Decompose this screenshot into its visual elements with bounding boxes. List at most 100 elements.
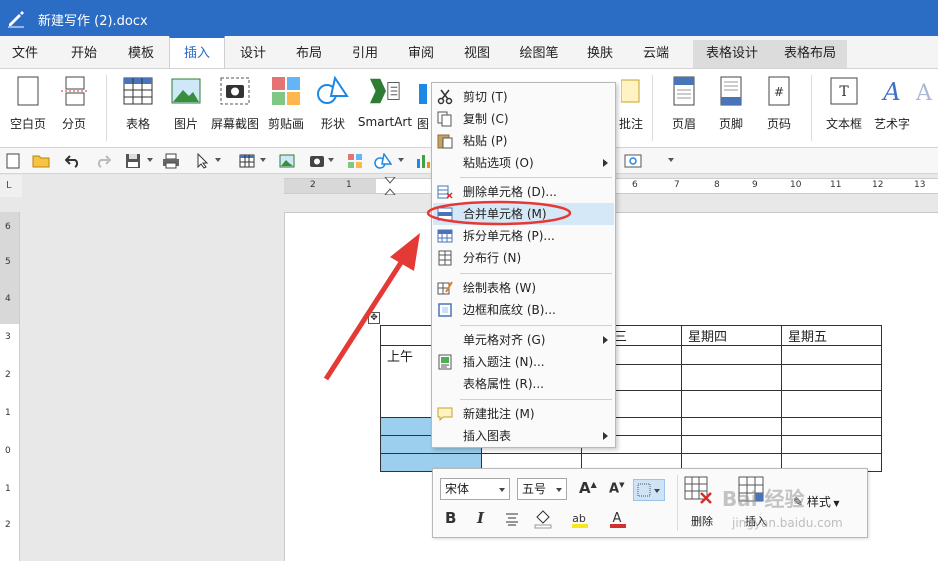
- tab-design[interactable]: 设计: [226, 36, 280, 68]
- indent-marker-icon[interactable]: [384, 177, 396, 195]
- table-cell[interactable]: 星期五: [781, 325, 882, 346]
- customize-toolbar-icon[interactable]: [668, 158, 674, 162]
- pointer-icon[interactable]: [194, 152, 212, 170]
- shading-button[interactable]: [533, 509, 553, 532]
- borders-icon: [438, 303, 452, 317]
- font-color-icon: A: [610, 511, 626, 528]
- print-icon[interactable]: [162, 152, 180, 170]
- align-center-button[interactable]: [505, 512, 519, 529]
- tab-file[interactable]: 文件: [0, 36, 50, 68]
- menu-item-paste-options[interactable]: 粘贴选项 (O): [433, 152, 614, 174]
- tab-table-design[interactable]: 表格设计: [694, 36, 770, 68]
- tab-home[interactable]: 开始: [58, 36, 110, 68]
- menu-item-new-comment[interactable]: 新建批注 (M): [433, 403, 614, 425]
- pen-icon[interactable]: [6, 8, 26, 28]
- menu-divider: [460, 273, 612, 274]
- smartart-button[interactable]: SmartArt: [356, 75, 414, 141]
- chevron-down-icon[interactable]: [260, 158, 266, 162]
- shapes-icon: [317, 76, 349, 104]
- save-icon[interactable]: [124, 152, 142, 170]
- tab-cloud[interactable]: 云端: [628, 36, 684, 68]
- watermark-url: jingyan.baidu.com: [732, 516, 843, 530]
- delete-table-button[interactable]: 删除: [683, 475, 723, 535]
- menu-item-insert-chart[interactable]: 插入图表: [433, 425, 614, 447]
- tab-review[interactable]: 审阅: [394, 36, 448, 68]
- chevron-down-icon[interactable]: [147, 158, 153, 162]
- menu-item-distribute-rows[interactable]: 分布行 (N): [433, 247, 614, 269]
- table-cell[interactable]: [781, 390, 882, 418]
- picture-icon: [171, 78, 201, 104]
- insert-table-icon[interactable]: [238, 152, 256, 170]
- insert-shape-icon[interactable]: [374, 152, 392, 170]
- tab-insert[interactable]: 插入: [169, 36, 225, 68]
- tab-layout[interactable]: 布局: [282, 36, 336, 68]
- undo-icon[interactable]: [64, 152, 82, 170]
- table-cell[interactable]: 星期四: [681, 325, 782, 346]
- submenu-arrow-icon: [603, 336, 608, 344]
- tab-skin[interactable]: 换肤: [574, 36, 626, 68]
- insert-screenshot-icon[interactable]: [308, 152, 326, 170]
- font-size-select[interactable]: 五号: [517, 478, 567, 500]
- font-color-button[interactable]: A: [609, 509, 629, 532]
- shapes-button[interactable]: 形状: [305, 75, 361, 141]
- menu-item-split-cells[interactable]: 拆分单元格 (P)...: [433, 225, 614, 247]
- title-bar: 新建写作 (2).docx: [0, 0, 938, 36]
- insert-chart-icon[interactable]: [414, 152, 432, 170]
- menu-item-borders-shading[interactable]: 边框和底纹 (B)...: [433, 299, 614, 321]
- page-break-button[interactable]: 分页: [46, 75, 102, 141]
- menu-item-cut[interactable]: 剪切 (T): [433, 86, 614, 108]
- highlight-ellipse: [426, 200, 572, 226]
- chevron-down-icon[interactable]: [215, 158, 221, 162]
- cell-border-button[interactable]: [633, 479, 665, 501]
- highlight-button[interactable]: ab: [571, 509, 591, 532]
- redo-icon[interactable]: [94, 152, 112, 170]
- menu-item-paste[interactable]: 粘贴 (P): [433, 130, 614, 152]
- menu-item-insert-caption[interactable]: 插入题注 (N)...: [433, 351, 614, 373]
- insert-picture-icon[interactable]: [278, 152, 296, 170]
- menu-item-table-properties[interactable]: 表格属性 (R)...: [433, 373, 614, 395]
- split-cells-icon: [437, 229, 453, 243]
- menu-item-draw-table[interactable]: 绘制表格 (W): [433, 277, 614, 299]
- svg-text:ab: ab: [572, 512, 586, 525]
- grow-font-button[interactable]: A▲: [579, 479, 597, 497]
- new-document-icon[interactable]: [4, 152, 22, 170]
- highlighter-icon: ab: [572, 512, 588, 528]
- open-folder-icon[interactable]: [32, 152, 50, 170]
- tab-draw[interactable]: 绘图笔: [506, 36, 572, 68]
- table-cell[interactable]: [681, 417, 782, 436]
- table-cell[interactable]: [781, 435, 882, 454]
- italic-button[interactable]: I: [477, 509, 484, 527]
- tab-template[interactable]: 模板: [114, 36, 168, 68]
- chevron-down-icon[interactable]: [398, 158, 404, 162]
- shrink-font-button[interactable]: A▼: [609, 481, 624, 496]
- table-cell[interactable]: [681, 435, 782, 454]
- text-box-icon: T: [830, 77, 858, 105]
- insert-clipart-icon[interactable]: [346, 152, 364, 170]
- table-cell[interactable]: [681, 363, 782, 392]
- preview-icon[interactable]: [624, 152, 642, 170]
- watermark: Bai 经验: [722, 487, 805, 511]
- vertical-ruler[interactable]: 6 5 4 3 2 1 0 1 2: [0, 212, 20, 561]
- table-cell[interactable]: [681, 345, 782, 365]
- picture-button[interactable]: 图片: [158, 75, 214, 141]
- tab-table-layout[interactable]: 表格布局: [772, 36, 848, 68]
- chart-button[interactable]: 图: [414, 75, 432, 141]
- tab-view[interactable]: 视图: [450, 36, 504, 68]
- more-insert-button[interactable]: A: [912, 75, 938, 141]
- page-number-button[interactable]: # 页码: [751, 75, 807, 141]
- font-name-select[interactable]: 宋体: [440, 478, 510, 500]
- comment-button[interactable]: 批注: [616, 75, 646, 141]
- table-cell[interactable]: [781, 345, 882, 365]
- comment-icon: [621, 79, 640, 103]
- table-icon: [123, 77, 153, 105]
- menu-item-cell-alignment[interactable]: 单元格对齐 (G): [433, 329, 614, 351]
- menu-item-copy[interactable]: 复制 (C): [433, 108, 614, 130]
- chevron-down-icon[interactable]: [328, 158, 334, 162]
- bold-button[interactable]: B: [445, 509, 456, 527]
- submenu-arrow-icon: [603, 159, 608, 167]
- table-cell[interactable]: [781, 417, 882, 436]
- screenshot-button[interactable]: 屏幕截图: [207, 75, 263, 141]
- tab-references[interactable]: 引用: [338, 36, 392, 68]
- table-cell[interactable]: [781, 363, 882, 392]
- table-cell[interactable]: [681, 390, 782, 418]
